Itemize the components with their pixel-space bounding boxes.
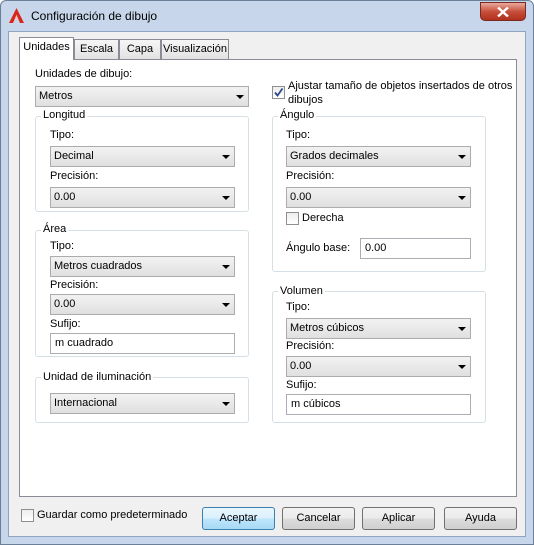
area-suffix-input[interactable]: m cuadrado [50,333,235,354]
units-value: Metros [39,90,73,102]
volumen-precision-value: 0.00 [290,360,312,372]
accept-button[interactable]: Aceptar [202,507,275,530]
volumen-group-title: Volumen [278,285,325,297]
adjust-size-label-line2: dibujos [288,94,323,106]
area-type-select[interactable]: Metros cuadrados [50,256,235,277]
angulo-base-input[interactable]: 0.00 [360,238,471,259]
area-suffix-label: Sufijo: [50,318,81,330]
adjust-size-checkbox[interactable] [272,86,285,99]
tab-label: Visualización [162,43,227,55]
chevron-down-icon [458,327,466,331]
longitud-type-select[interactable]: Decimal [50,146,235,167]
tab-capa[interactable]: Capa [119,39,161,59]
chevron-down-icon [458,196,466,200]
volumen-type-value: Metros cúbicos [290,322,364,334]
area-precision-value: 0.00 [54,298,76,310]
area-type-value: Metros cuadrados [54,260,143,272]
area-precision-select[interactable]: 0.00 [50,294,235,315]
volumen-precision-select[interactable]: 0.00 [286,356,471,377]
save-default-checkbox[interactable] [21,509,34,522]
chevron-down-icon [458,365,466,369]
longitud-type-value: Decimal [54,150,94,162]
angulo-precision-select[interactable]: 0.00 [286,187,471,208]
window-title: Configuración de dibujo [31,9,158,23]
tab-label: Unidades [23,41,70,53]
chevron-down-icon [222,265,230,269]
angulo-type-value: Grados decimales [290,150,379,162]
autocad-a-icon [9,8,24,23]
volumen-suffix-label: Sufijo: [286,379,317,391]
angulo-type-select[interactable]: Grados decimales [286,146,471,167]
iluminacion-value: Internacional [54,397,117,409]
area-suffix-value: m cuadrado [55,337,114,349]
area-precision-label: Precisión: [50,279,99,291]
chevron-down-icon [222,155,230,159]
apply-label: Aplicar [381,512,416,524]
volumen-suffix-input[interactable]: m cúbicos [286,394,471,415]
longitud-group-title: Longitud [41,109,88,121]
volumen-type-select[interactable]: Metros cúbicos [286,318,471,339]
cancel-button[interactable]: Cancelar [282,507,355,530]
tab-panel-unidades: Unidades de dibujo: Metros Ajustar tamañ… [19,59,517,497]
adjust-size-label-line1: Ajustar tamaño de objetos insertados de … [288,80,513,92]
iluminacion-select[interactable]: Internacional [50,393,235,414]
checkmark-icon [274,87,284,97]
iluminacion-group-title: Unidad de iluminación [41,371,154,383]
chevron-down-icon [222,196,230,200]
angulo-precision-value: 0.00 [290,191,312,203]
angulo-group-title: Ángulo [278,109,317,121]
area-group-title: Área [41,223,69,235]
chevron-down-icon [222,303,230,307]
units-label: Unidades de dibujo: [35,68,133,80]
dialog-client: Unidades Escala Capa Visualización Unida… [8,31,526,537]
tab-unidades[interactable]: Unidades [19,37,74,60]
area-type-label: Tipo: [50,240,75,252]
derecha-label: Derecha [302,212,344,224]
title-bar[interactable]: Configuración de dibujo [1,1,533,31]
angulo-base-value: 0.00 [365,242,387,254]
cancel-label: Cancelar [296,512,341,524]
close-icon [497,7,509,17]
angulo-precision-label: Precisión: [286,170,335,182]
volumen-precision-label: Precisión: [286,340,335,352]
help-button[interactable]: Ayuda [444,507,517,530]
units-select[interactable]: Metros [35,86,249,107]
chevron-down-icon [222,402,230,406]
close-button[interactable] [480,2,526,21]
volumen-suffix-value: m cúbicos [291,398,341,410]
dialog-window: Configuración de dibujo Unidades Escala … [0,0,534,545]
longitud-precision-value: 0.00 [54,191,76,203]
longitud-type-label: Tipo: [50,129,75,141]
chevron-down-icon [236,95,244,99]
angulo-type-label: Tipo: [286,129,311,141]
derecha-checkbox[interactable] [286,212,299,225]
tab-visualizacion[interactable]: Visualización [161,39,229,59]
accept-label: Aceptar [219,512,258,524]
apply-button[interactable]: Aplicar [362,507,435,530]
longitud-precision-label: Precisión: [50,170,99,182]
help-label: Ayuda [465,512,496,524]
longitud-precision-select[interactable]: 0.00 [50,187,235,208]
angulo-base-label: Ángulo base: [286,242,351,254]
chevron-down-icon [458,155,466,159]
tab-escala[interactable]: Escala [74,39,119,59]
save-default-label: Guardar como predeterminado [37,509,188,521]
tab-label: Capa [126,43,154,55]
volumen-type-label: Tipo: [286,301,311,313]
tab-label: Escala [79,43,114,55]
